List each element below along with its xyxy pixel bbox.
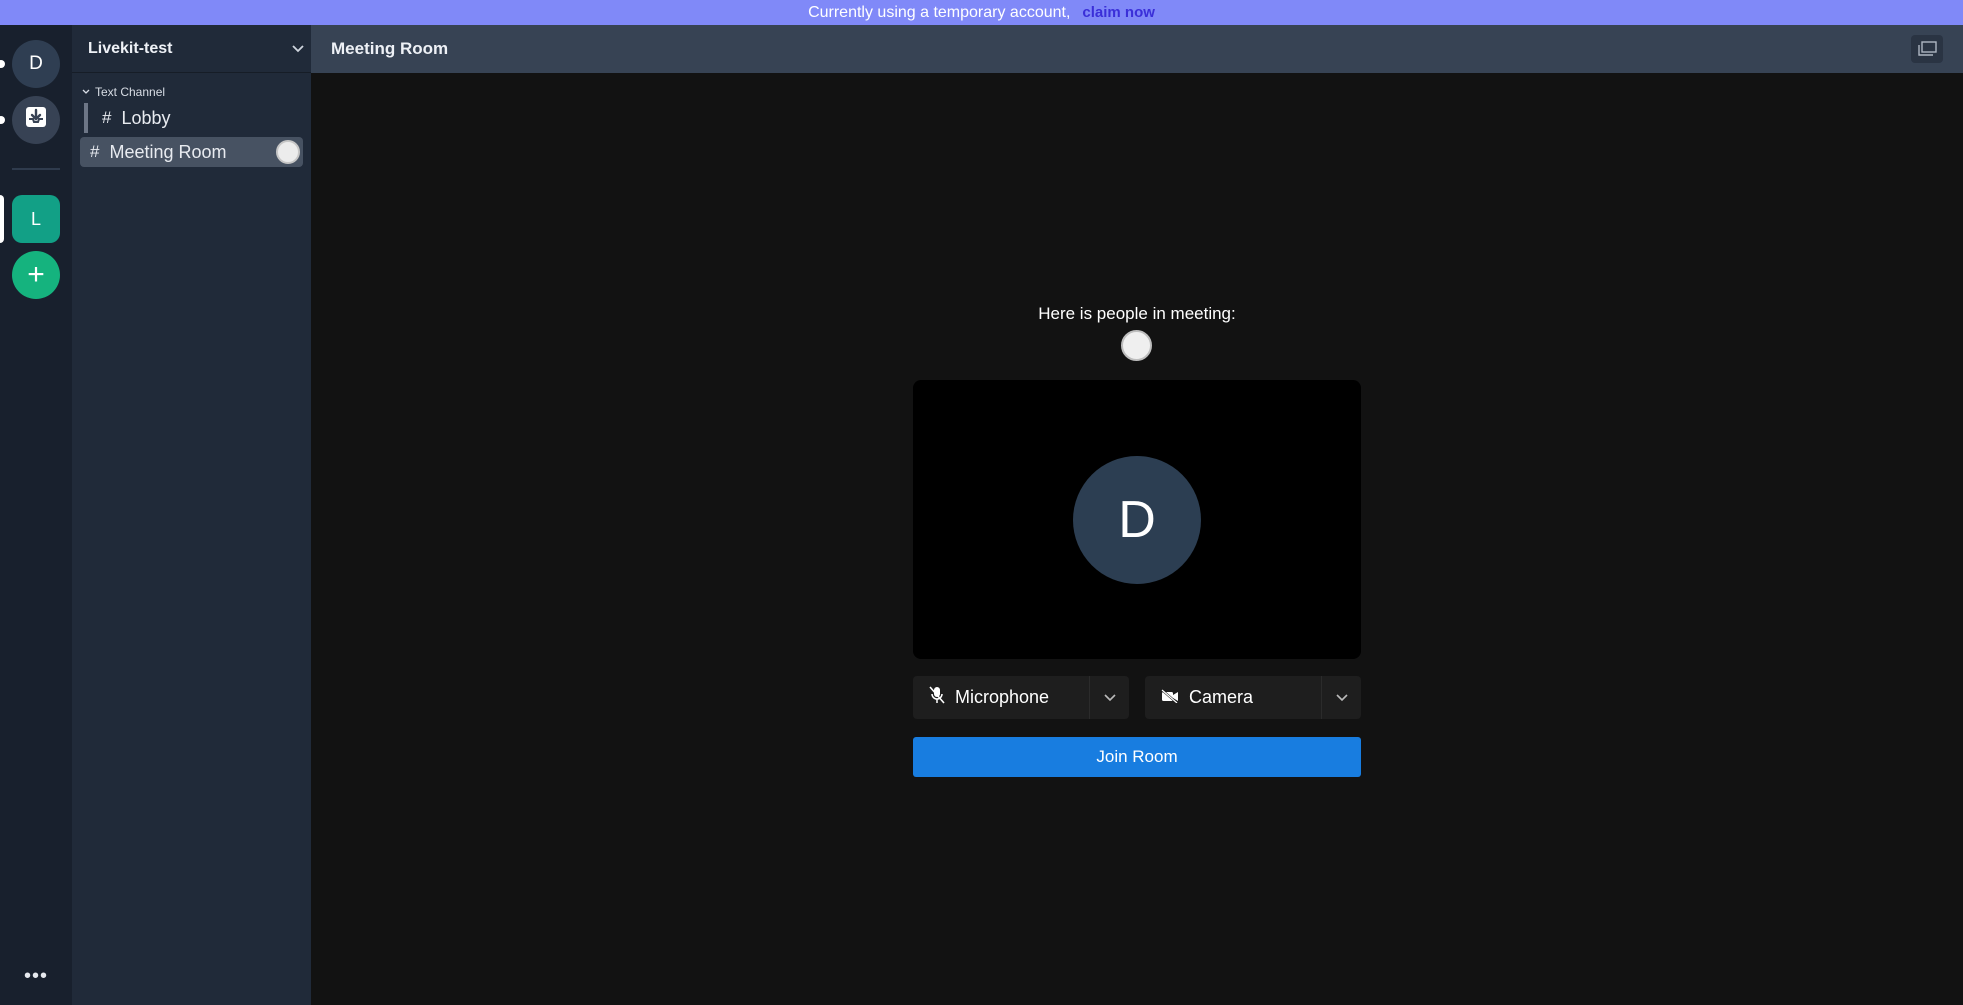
- channel-meeting-room[interactable]: # Meeting Room: [80, 137, 303, 167]
- text-channel-section[interactable]: Text Channel: [72, 85, 311, 99]
- plus-icon: +: [27, 258, 45, 291]
- video-preview: D: [913, 380, 1361, 659]
- unread-dot: [0, 60, 5, 68]
- inbox-icon: [25, 106, 47, 134]
- add-server-button[interactable]: +: [12, 251, 60, 299]
- main-area: Meeting Room Here is people in meeting: …: [311, 25, 1963, 1005]
- camera-label: Camera: [1189, 687, 1254, 707]
- channel-lobby[interactable]: # Lobby: [84, 103, 303, 133]
- microphone-label: Microphone: [955, 687, 1050, 707]
- channel-sidebar: Livekit-test Text Channel # Lobby # Meet…: [72, 25, 311, 1005]
- section-label: Text Channel: [95, 85, 166, 99]
- server-letter: L: [30, 208, 41, 229]
- chevron-down-icon[interactable]: [291, 41, 305, 57]
- participant-avatar: [1121, 330, 1152, 361]
- microphone-dropdown-button[interactable]: [1089, 676, 1129, 719]
- user-avatar-button[interactable]: D: [12, 40, 60, 88]
- preview-avatar-letter: D: [1118, 491, 1156, 549]
- hash-icon: #: [102, 108, 112, 127]
- avatar-letter: D: [29, 53, 43, 74]
- more-options-icon[interactable]: •••: [18, 965, 54, 987]
- caret-down-icon: [82, 87, 90, 97]
- unread-dot: [0, 116, 5, 124]
- join-room-button[interactable]: Join Room: [913, 737, 1361, 777]
- chevron-down-icon: [1335, 690, 1348, 705]
- server-livekit-test[interactable]: L: [12, 195, 60, 243]
- page-title: Meeting Room: [331, 39, 449, 58]
- temporary-account-banner: Currently using a temporary account, cla…: [0, 0, 1963, 25]
- participant-avatar: [276, 140, 300, 164]
- server-name: Livekit-test: [88, 39, 173, 57]
- channel-header: Meeting Room: [311, 25, 1963, 73]
- active-server-indicator: [0, 195, 4, 243]
- people-in-meeting-text: Here is people in meeting:: [1038, 304, 1236, 323]
- channel-label: Lobby: [121, 107, 171, 128]
- server-header[interactable]: Livekit-test: [72, 25, 311, 73]
- server-rail: D L + •••: [0, 25, 72, 1005]
- camera-off-icon: [1161, 687, 1179, 708]
- rail-divider: [12, 168, 60, 170]
- camera-control: Camera: [1145, 676, 1361, 719]
- claim-now-link[interactable]: claim now: [1082, 4, 1155, 21]
- microphone-control: Microphone: [913, 676, 1129, 719]
- camera-toggle-button[interactable]: Camera: [1145, 676, 1321, 719]
- channel-label: Meeting Room: [109, 141, 227, 162]
- microphone-off-icon: [929, 686, 945, 709]
- banner-text: Currently using a temporary account,: [808, 3, 1071, 21]
- camera-dropdown-button[interactable]: [1321, 676, 1361, 719]
- inbox-button[interactable]: [12, 96, 60, 144]
- hash-icon: #: [90, 142, 100, 161]
- chevron-down-icon: [1103, 690, 1116, 705]
- microphone-toggle-button[interactable]: Microphone: [913, 676, 1089, 719]
- window-icon[interactable]: [1911, 35, 1943, 63]
- preview-avatar: D: [1073, 456, 1201, 584]
